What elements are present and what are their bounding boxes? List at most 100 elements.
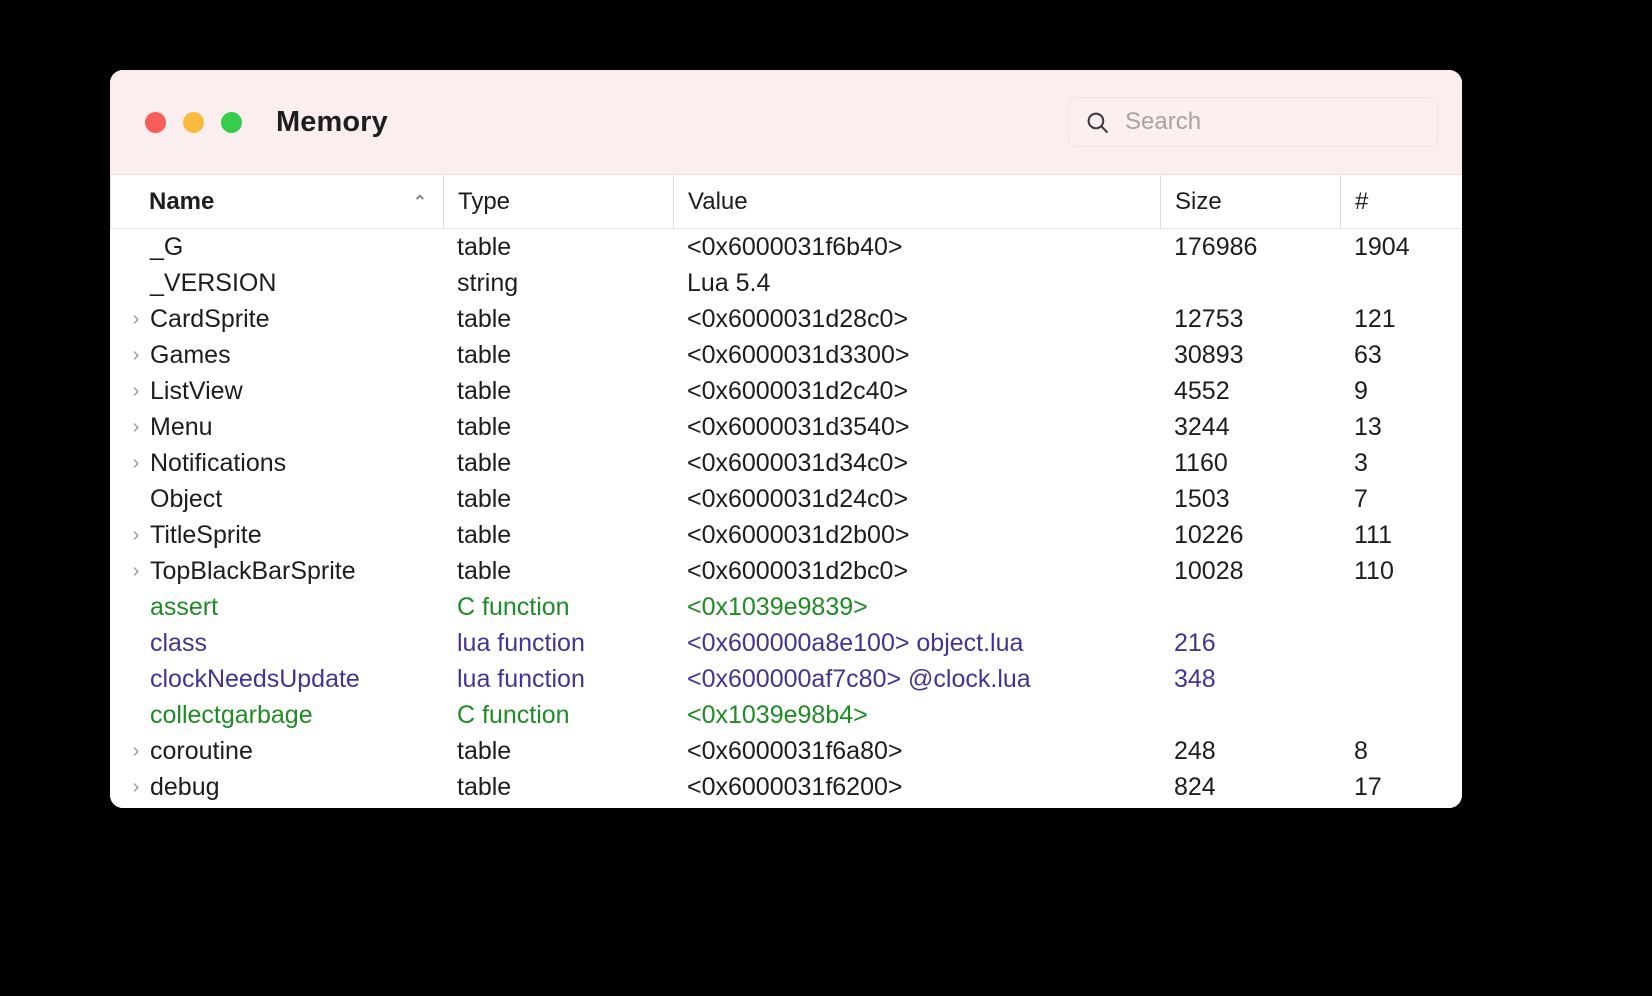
disclosure-triangle-icon[interactable]: › [124, 741, 148, 761]
cell-count [1340, 265, 1452, 301]
search-input[interactable] [1123, 107, 1407, 137]
table-row[interactable]: ›TitleSpritetable<0x6000031d2b00>1022611… [110, 517, 1462, 553]
cell-name: ›TopBlackBarSprite [110, 553, 443, 589]
column-header-count[interactable]: # [1340, 175, 1452, 228]
cell-name: ›collectgarbage [110, 697, 443, 733]
column-header-name-label: Name [149, 188, 214, 216]
table-row[interactable]: ›Menutable<0x6000031d3540>324413 [110, 409, 1462, 445]
cell-count [1340, 625, 1452, 661]
table-row[interactable]: ›_VERSIONstringLua 5.4 [110, 265, 1462, 301]
cell-name-label: debug [150, 773, 220, 802]
cell-value: <0x1039e9839> [673, 589, 1160, 625]
table-row[interactable]: ›collectgarbageC function<0x1039e98b4> [110, 697, 1462, 733]
table-row[interactable]: ›TopBlackBarSpritetable<0x6000031d2bc0>1… [110, 553, 1462, 589]
cell-name: ›clockNeedsUpdate [110, 661, 443, 697]
cell-type: table [443, 769, 673, 805]
table-row[interactable]: ›assertC function<0x1039e9839> [110, 589, 1462, 625]
cell-count: 8 [1340, 733, 1452, 769]
table-row[interactable]: ›Objecttable<0x6000031d24c0>15037 [110, 481, 1462, 517]
column-header-size-label: Size [1175, 188, 1222, 216]
disclosure-triangle-icon[interactable]: › [124, 561, 148, 581]
cell-name: ›TitleSprite [110, 517, 443, 553]
cell-size: 12753 [1160, 301, 1340, 337]
cell-name-label: collectgarbage [150, 701, 313, 730]
cell-type: lua function [443, 661, 673, 697]
cell-type: table [443, 553, 673, 589]
cell-type: table [443, 481, 673, 517]
cell-count [1340, 589, 1452, 625]
column-header-value[interactable]: Value [673, 175, 1160, 228]
cell-type: table [443, 517, 673, 553]
cell-name-label: CardSprite [150, 305, 270, 334]
column-header-type[interactable]: Type [443, 175, 673, 228]
cell-name-label: _VERSION [150, 269, 276, 298]
table-header-row: Name ⌃ Type Value Size # [110, 175, 1462, 229]
cell-type: C function [443, 589, 673, 625]
table-row[interactable]: ›coroutinetable<0x6000031f6a80>2488 [110, 733, 1462, 769]
table-row[interactable]: ›_Gtable<0x6000031f6b40>1769861904 [110, 229, 1462, 265]
cell-count: 7 [1340, 481, 1452, 517]
cell-name-label: ListView [150, 377, 243, 406]
table-row[interactable]: ›debugtable<0x6000031f6200>82417 [110, 769, 1462, 805]
cell-value: <0x6000031d2b00> [673, 517, 1160, 553]
cell-count [1340, 661, 1452, 697]
disclosure-triangle-icon[interactable]: › [124, 345, 148, 365]
disclosure-triangle-icon[interactable]: › [124, 309, 148, 329]
cell-size: 3244 [1160, 409, 1340, 445]
disclosure-triangle-icon[interactable]: › [124, 453, 148, 473]
table-row[interactable]: ›ListViewtable<0x6000031d2c40>45529 [110, 373, 1462, 409]
table-body: ›_Gtable<0x6000031f6b40>1769861904›_VERS… [110, 229, 1462, 808]
cell-count: 63 [1340, 337, 1452, 373]
cell-size: 176986 [1160, 229, 1340, 265]
window-titlebar: Memory [110, 70, 1462, 175]
table-row[interactable]: ›Notificationstable<0x6000031d34c0>11603 [110, 445, 1462, 481]
disclosure-triangle-icon[interactable]: › [124, 417, 148, 437]
cell-name: ›ListView [110, 373, 443, 409]
column-header-size[interactable]: Size [1160, 175, 1340, 228]
cell-count: 1904 [1340, 229, 1452, 265]
minimize-button[interactable] [183, 112, 204, 133]
cell-count: 3 [1340, 445, 1452, 481]
zoom-button[interactable] [221, 112, 242, 133]
cell-count: 9 [1340, 373, 1452, 409]
search-field[interactable] [1068, 97, 1438, 147]
cell-size [1160, 265, 1340, 301]
cell-type: table [443, 373, 673, 409]
window-title: Memory [276, 106, 388, 139]
traffic-lights [145, 112, 242, 133]
cell-value: <0x6000031f6b40> [673, 229, 1160, 265]
cell-size: 1503 [1160, 481, 1340, 517]
cell-type: string [443, 265, 673, 301]
cell-count: 121 [1340, 301, 1452, 337]
cell-value: <0x600000a8e100> object.lua [673, 625, 1160, 661]
disclosure-triangle-icon[interactable]: › [124, 525, 148, 545]
disclosure-triangle-icon[interactable]: › [124, 777, 148, 797]
cell-count: 17 [1340, 769, 1452, 805]
cell-name: ›coroutine [110, 733, 443, 769]
cell-value: <0x6000031d3540> [673, 409, 1160, 445]
column-header-value-label: Value [688, 188, 748, 216]
cell-value: Lua 5.4 [673, 265, 1160, 301]
close-button[interactable] [145, 112, 166, 133]
cell-size: 30893 [1160, 337, 1340, 373]
memory-table: Name ⌃ Type Value Size # ›_Gtable<0x6000… [110, 175, 1462, 808]
cell-type: table [443, 337, 673, 373]
cell-type: table [443, 301, 673, 337]
cell-value: <0x1039e98b4> [673, 697, 1160, 733]
table-row[interactable]: ›Gamestable<0x6000031d3300>3089363 [110, 337, 1462, 373]
column-header-name[interactable]: Name ⌃ [110, 175, 443, 228]
cell-count: 110 [1340, 553, 1452, 589]
cell-type: table [443, 409, 673, 445]
table-row[interactable]: ›clockNeedsUpdatelua function<0x600000af… [110, 661, 1462, 697]
cell-name: ›Games [110, 337, 443, 373]
cell-value: <0x6000031d2c40> [673, 373, 1160, 409]
cell-name-label: Notifications [150, 449, 286, 478]
disclosure-triangle-icon[interactable]: › [124, 381, 148, 401]
table-row[interactable]: ›classlua function<0x600000a8e100> objec… [110, 625, 1462, 661]
table-row[interactable]: ›CardSprite table<0x6000031d28c0>12753121 [110, 301, 1462, 337]
cell-name-label: TitleSprite [150, 521, 262, 550]
column-header-count-label: # [1355, 188, 1368, 216]
cell-count: 111 [1340, 517, 1452, 553]
cell-value: <0x6000031d28c0> [673, 301, 1160, 337]
cell-name-label: TopBlackBarSprite [150, 557, 356, 586]
